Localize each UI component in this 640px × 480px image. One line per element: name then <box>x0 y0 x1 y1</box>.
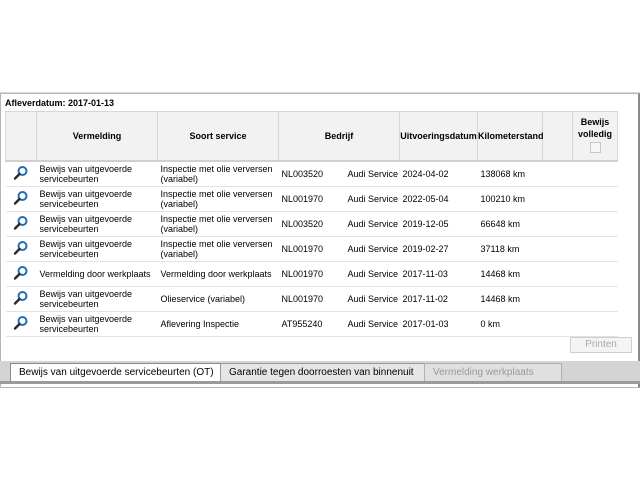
cell-uitvoeringsdatum: 2017-11-02 <box>399 286 478 312</box>
cell-bedrijf-name: Audi Service <box>344 161 400 187</box>
cell-kilometerstand: 14468 km <box>477 286 543 312</box>
cell-vermelding: Bewijs van uitgevoerde servicebeurten <box>36 161 158 187</box>
cell-empty <box>542 236 573 262</box>
cell-bedrijf-name: Audi Service <box>344 286 400 312</box>
cell-bedrijf-code: NL003520 <box>278 161 345 187</box>
cell-kilometerstand: 0 km <box>477 311 543 337</box>
magnifier-icon-cell[interactable] <box>5 186 37 212</box>
column-header-bedrijf[interactable]: Bedrijf <box>277 111 401 162</box>
empty-column-header <box>542 111 574 162</box>
cell-bewijs-volledig <box>572 186 618 212</box>
magnifier-icon-cell[interactable] <box>5 311 37 337</box>
cell-soort-service: Inspectie met olie verversen (variabel) <box>157 236 279 262</box>
cell-uitvoeringsdatum: 2017-01-03 <box>399 311 478 337</box>
icon-column-header <box>5 111 37 162</box>
column-header-bewijs-volledig[interactable]: Bewijs volledig <box>572 111 619 162</box>
cell-bewijs-volledig <box>572 286 618 312</box>
cell-bedrijf-code: AT955240 <box>278 311 345 337</box>
cell-empty <box>542 161 573 187</box>
cell-empty <box>542 211 573 237</box>
magnifier-icon-cell[interactable] <box>5 261 37 287</box>
table-row[interactable]: Vermelding door werkplaats Vermelding doo… <box>5 261 618 287</box>
magnifier-icon-cell[interactable] <box>5 211 37 237</box>
cell-kilometerstand: 138068 km <box>477 161 543 187</box>
select-all-checkbox[interactable] <box>589 142 601 153</box>
cell-uitvoeringsdatum: 2024-04-02 <box>399 161 478 187</box>
cell-kilometerstand: 66648 km <box>477 211 543 237</box>
cell-bewijs-volledig <box>572 261 618 287</box>
table-row[interactable]: Bewijs van uitgevoerde servicebeurten Ins… <box>5 186 618 212</box>
print-button[interactable]: Printen <box>570 337 632 353</box>
cell-soort-service: Aflevering Inspectie <box>157 311 279 337</box>
cell-vermelding: Bewijs van uitgevoerde servicebeurten <box>36 311 158 337</box>
column-header-uitvoeringsdatum[interactable]: Uitvoeringsdatum <box>399 111 479 162</box>
cell-bewijs-volledig <box>572 311 618 337</box>
cell-kilometerstand: 14468 km <box>477 261 543 287</box>
cell-kilometerstand: 100210 km <box>477 186 543 212</box>
cell-soort-service: Inspectie met olie verversen (variabel) <box>157 186 279 212</box>
table-header-row: Vermelding Soort service Bedrijf Uitvoer… <box>5 111 619 162</box>
cell-bedrijf-name: Audi Service <box>344 186 400 212</box>
magnifier-icon-cell[interactable] <box>5 161 37 187</box>
magnifier-icon[interactable] <box>13 215 29 231</box>
cell-uitvoeringsdatum: 2022-05-04 <box>399 186 478 212</box>
cell-kilometerstand: 37118 km <box>477 236 543 262</box>
cell-uitvoeringsdatum: 2017-11-03 <box>399 261 478 287</box>
magnifier-icon-cell[interactable] <box>5 286 37 312</box>
cell-bewijs-volledig <box>572 161 618 187</box>
cell-vermelding: Bewijs van uitgevoerde servicebeurten <box>36 211 158 237</box>
cell-bedrijf-name: Audi Service <box>344 311 400 337</box>
service-table: Vermelding Soort service Bedrijf Uitvoer… <box>5 111 619 337</box>
cell-vermelding: Bewijs van uitgevoerde servicebeurten <box>36 286 158 312</box>
cell-bedrijf-name: Audi Service <box>344 236 400 262</box>
cell-bedrijf-name: Audi Service <box>344 211 400 237</box>
cell-vermelding: Vermelding door werkplaats <box>36 261 158 287</box>
cell-soort-service: Inspectie met olie verversen (variabel) <box>157 211 279 237</box>
cell-empty <box>542 311 573 337</box>
cell-soort-service: Vermelding door werkplaats <box>157 261 279 287</box>
table-row[interactable]: Bewijs van uitgevoerde servicebeurten Afl… <box>5 311 618 337</box>
column-header-soort-service[interactable]: Soort service <box>157 111 279 162</box>
cell-vermelding: Bewijs van uitgevoerde servicebeurten <box>36 236 158 262</box>
cell-bedrijf-name: Audi Service <box>344 261 400 287</box>
tab-workshop-notes[interactable]: Vermelding werkplaats <box>424 363 562 382</box>
cell-empty <box>542 286 573 312</box>
table-row[interactable]: Bewijs van uitgevoerde servicebeurten Ins… <box>5 161 618 187</box>
service-history-panel: Afleverdatum: 2017-01-13 Vermelding Soor… <box>0 93 640 388</box>
magnifier-icon[interactable] <box>13 265 29 281</box>
cell-soort-service: Inspectie met olie verversen (variabel) <box>157 161 279 187</box>
tab-rust-warranty[interactable]: Garantie tegen doorroesten van binnenuit <box>220 363 434 382</box>
cell-bewijs-volledig <box>572 211 618 237</box>
volledig-label: volledig <box>578 129 613 139</box>
table-row[interactable]: Bewijs van uitgevoerde servicebeurten Ins… <box>5 236 618 262</box>
table-row[interactable]: Bewijs van uitgevoerde servicebeurten Ins… <box>5 211 618 237</box>
cell-empty <box>542 261 573 287</box>
cell-uitvoeringsdatum: 2019-12-05 <box>399 211 478 237</box>
magnifier-icon[interactable] <box>13 290 29 306</box>
tab-bar-bottom-border <box>0 381 640 384</box>
bewijs-label: Bewijs <box>580 117 610 127</box>
magnifier-icon[interactable] <box>13 240 29 256</box>
column-header-vermelding[interactable]: Vermelding <box>36 111 158 162</box>
magnifier-icon[interactable] <box>13 190 29 206</box>
cell-bedrijf-code: NL003520 <box>278 211 345 237</box>
cell-bedrijf-code: NL001970 <box>278 236 345 262</box>
cell-empty <box>542 186 573 212</box>
cell-bewijs-volledig <box>572 236 618 262</box>
cell-bedrijf-code: NL001970 <box>278 186 345 212</box>
column-header-kilometerstand[interactable]: Kilometerstand <box>477 111 544 162</box>
cell-uitvoeringsdatum: 2019-02-27 <box>399 236 478 262</box>
tab-service-proof[interactable]: Bewijs van uitgevoerde servicebeurten (O… <box>10 363 226 382</box>
magnifier-icon[interactable] <box>13 165 29 181</box>
delivery-date-heading: Afleverdatum: 2017-01-13 <box>5 98 115 108</box>
table-row[interactable]: Bewijs van uitgevoerde servicebeurten Oli… <box>5 286 618 312</box>
magnifier-icon-cell[interactable] <box>5 236 37 262</box>
magnifier-icon[interactable] <box>13 315 29 331</box>
cell-bedrijf-code: NL001970 <box>278 286 345 312</box>
cell-vermelding: Bewijs van uitgevoerde servicebeurten <box>36 186 158 212</box>
cell-soort-service: Olieservice (variabel) <box>157 286 279 312</box>
cell-bedrijf-code: NL001970 <box>278 261 345 287</box>
